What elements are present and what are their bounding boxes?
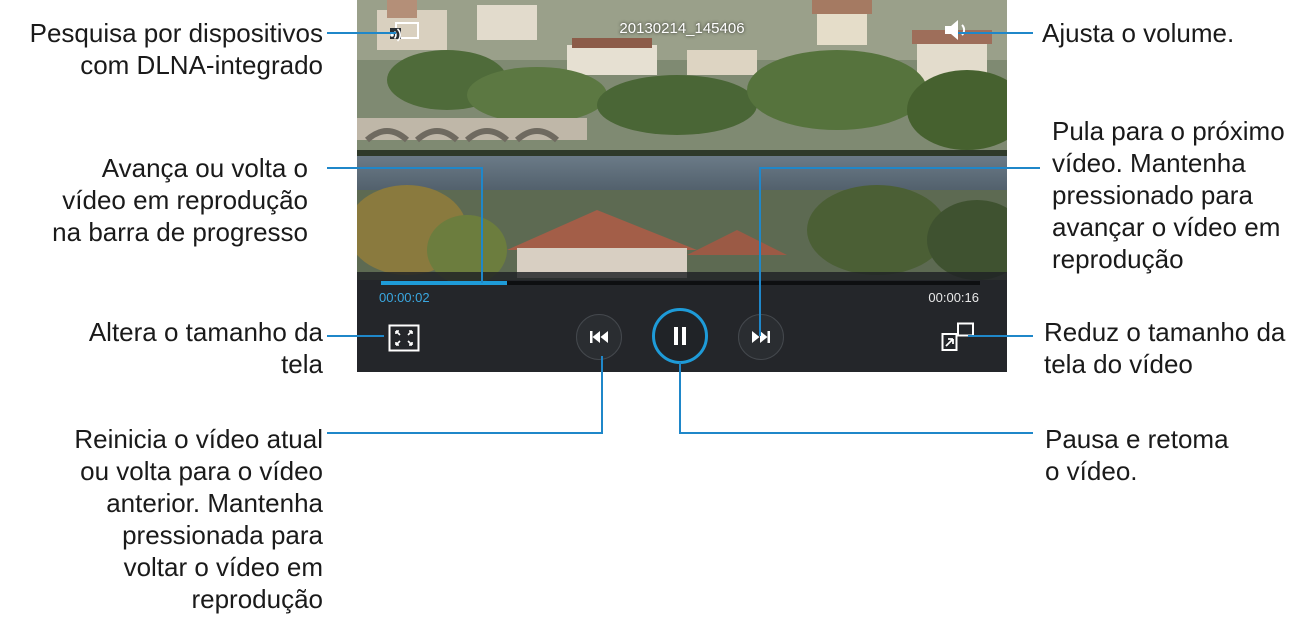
next-button[interactable] (738, 314, 784, 360)
callout-screen-size-line-2: tela (281, 349, 323, 379)
callout-progress-line-3: na barra de progresso (52, 217, 308, 247)
elapsed-time: 00:00:02 (379, 290, 430, 305)
callout-pause-line-1: Pausa e retoma (1045, 424, 1229, 454)
volume-icon[interactable] (943, 18, 973, 42)
callout-volume: Ajusta o volume. (1042, 17, 1234, 49)
total-time: 00:00:16 (928, 290, 979, 305)
callout-previous-line-3: anterior. Mantenha (106, 488, 323, 518)
callout-next-line-5: reprodução (1052, 244, 1184, 274)
callout-previous-line-4: pressionada para (122, 520, 323, 550)
callout-popup-line-1: Reduz o tamanho da (1044, 317, 1286, 347)
dlna-device-search-icon[interactable] (387, 22, 421, 42)
callout-dlna: Pesquisa por dispositivos com DLNA-integ… (30, 17, 323, 81)
previous-button[interactable] (576, 314, 622, 360)
screen-size-icon[interactable] (388, 324, 420, 352)
pause-button[interactable] (652, 308, 708, 364)
progress-bar[interactable] (381, 281, 980, 285)
next-icon (752, 331, 770, 343)
callout-dlna-line-1: Pesquisa por dispositivos (29, 18, 323, 48)
callout-progress-line-1: Avança ou volta o (101, 153, 308, 183)
video-player-screen: 20130214_145406 00:00:02 00:00:16 (357, 0, 1007, 372)
callout-previous-line-5: voltar o vídeo em (123, 552, 323, 582)
callout-popup-line-2: tela do vídeo (1044, 349, 1193, 379)
progress-bar-fill (381, 281, 507, 285)
callout-next-line-2: vídeo. Mantenha (1052, 148, 1246, 178)
video-file-name: 20130214_145406 (619, 20, 745, 37)
callout-previous-line-6: reprodução (191, 584, 323, 614)
previous-icon (590, 331, 608, 343)
callout-dlna-line-2: com DLNA-integrado (80, 50, 323, 80)
callout-pause-line-2: o vídeo. (1045, 456, 1138, 486)
callout-popup: Reduz o tamanho da tela do vídeo (1044, 316, 1285, 380)
callout-previous: Reinicia o vídeo atual ou volta para o v… (74, 423, 323, 615)
callout-previous-line-1: Reinicia o vídeo atual (74, 424, 323, 454)
popup-player-icon[interactable] (941, 322, 975, 352)
callout-pause: Pausa e retoma o vídeo. (1045, 423, 1229, 487)
callout-next: Pula para o próximo vídeo. Mantenha pres… (1052, 115, 1285, 275)
callout-next-line-1: Pula para o próximo (1052, 116, 1285, 146)
callout-next-line-3: pressionado para (1052, 180, 1253, 210)
callout-next-line-4: avançar o vídeo em (1052, 212, 1281, 242)
callout-screen-size-line-1: Altera o tamanho da (88, 317, 323, 347)
callout-previous-line-2: ou volta para o vídeo (80, 456, 323, 486)
callout-progress: Avança ou volta o vídeo em reprodução na… (52, 152, 308, 248)
callout-volume-line-1: Ajusta o volume. (1042, 18, 1235, 48)
callout-screen-size: Altera o tamanho da tela (89, 316, 323, 380)
callout-progress-line-2: vídeo em reprodução (62, 185, 308, 215)
pause-icon (673, 327, 687, 345)
